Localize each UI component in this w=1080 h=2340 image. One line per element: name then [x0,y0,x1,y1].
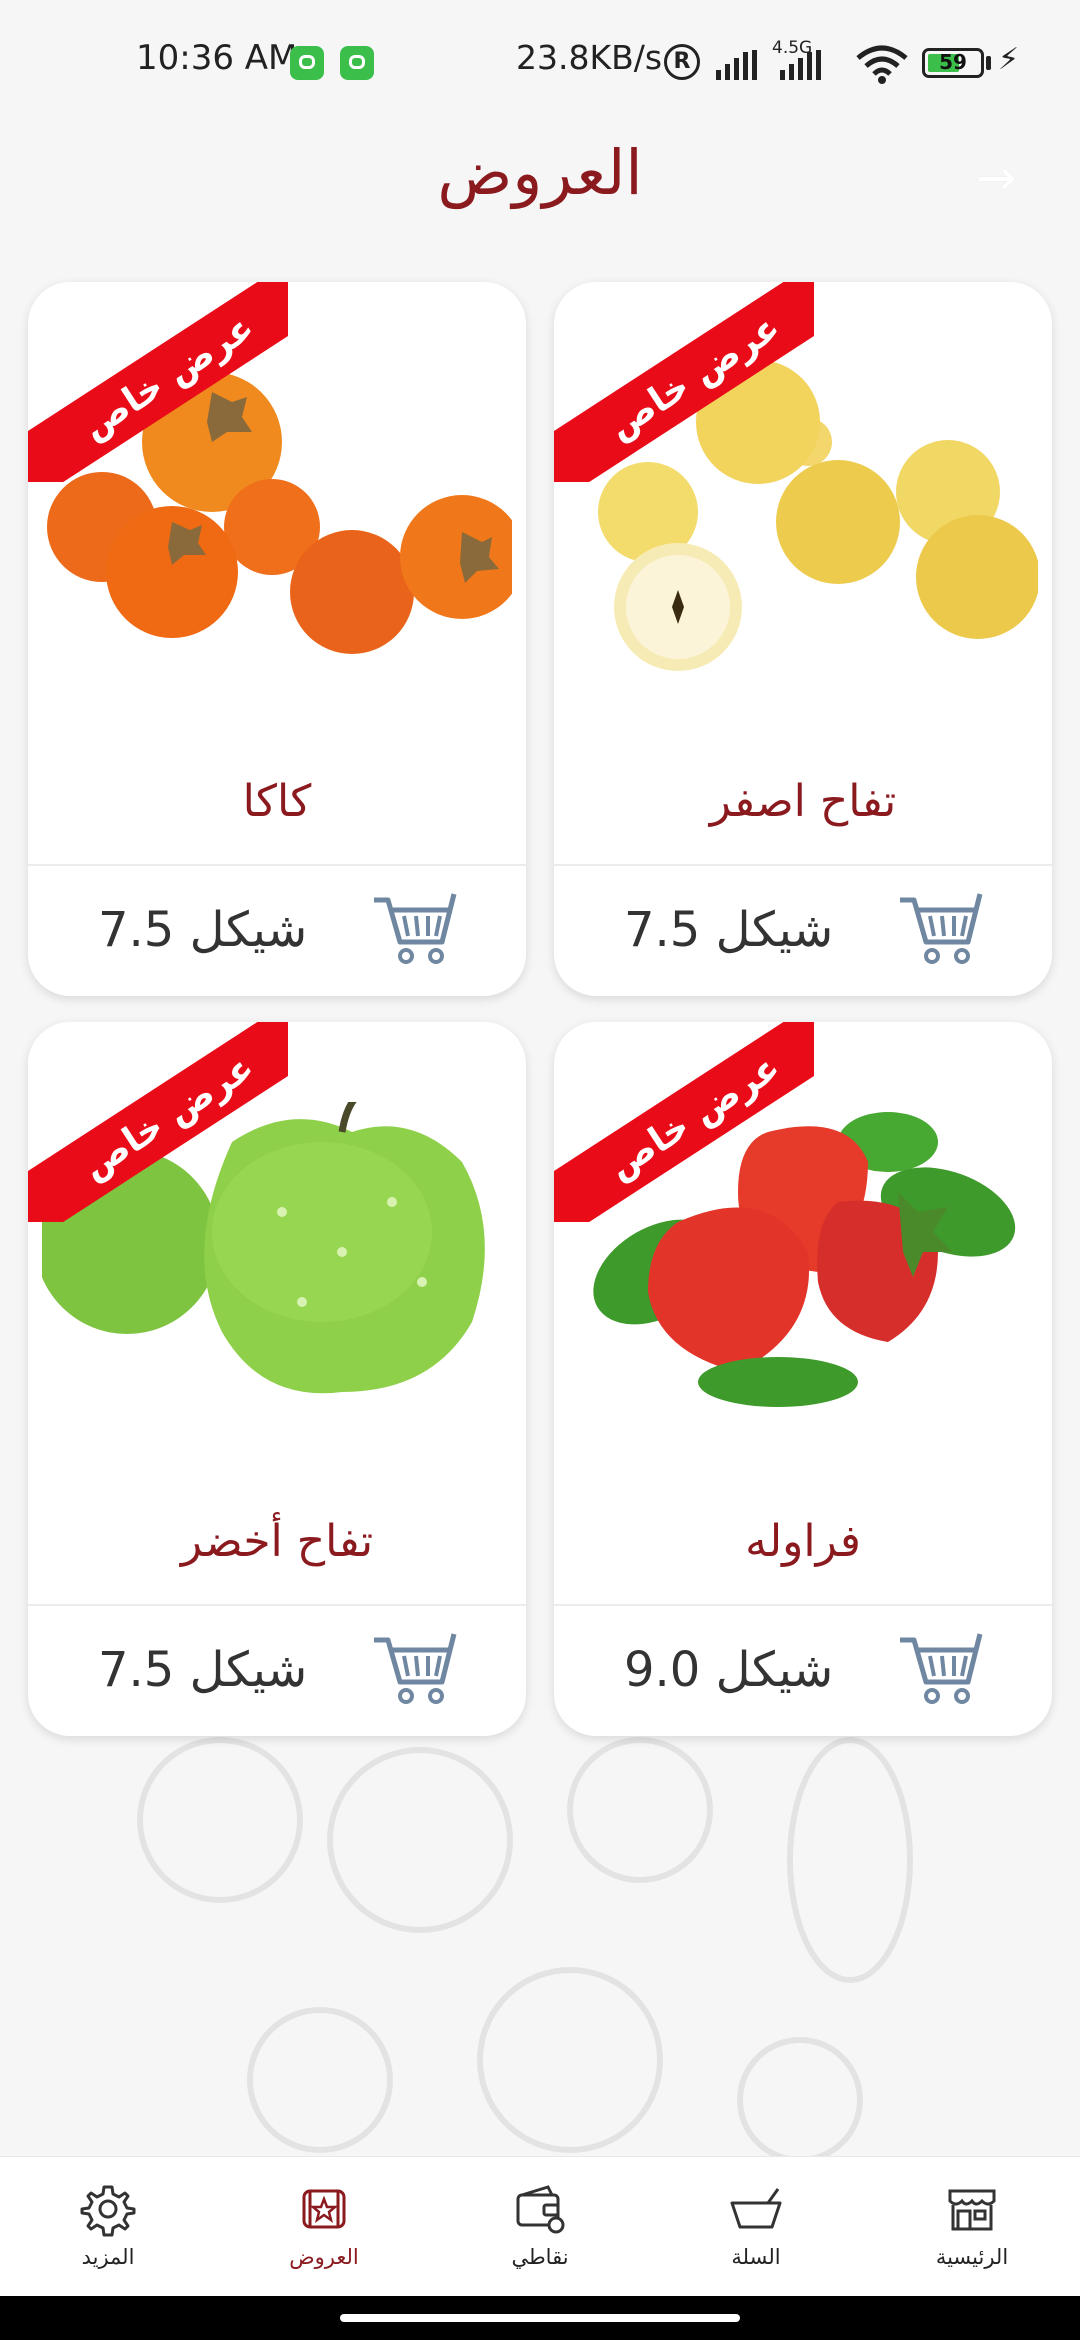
divider [554,864,1052,866]
store-icon [948,2189,996,2231]
nav-item-cart[interactable]: السلة [676,2181,836,2269]
nav-label: العروض [289,2245,359,2269]
offers-screen: 10:36 AM 23.8KB/s R 4.5G 59 ⚡ العروض → ع… [0,0,1080,2340]
product-card[interactable]: عرض خاص تفاح أخضر 7.5 شيكل [28,1022,526,1736]
special-offer-ribbon: عرض خاص [554,282,814,482]
nav-label: نقاطي [511,2245,569,2269]
fruit-watermark-icon [137,1737,913,2163]
signal-icon [716,46,757,80]
special-offer-ribbon: عرض خاص [554,1022,814,1222]
special-offer-ribbon: عرض خاص [28,282,288,482]
special-offer-ribbon: عرض خاص [28,1022,288,1222]
bottom-nav: الرئيسية السلة نقاطي العروض المزيد [0,2156,1080,2297]
battery-percent: 59 [939,50,967,74]
product-name: تفاح أخضر [180,1516,374,1567]
ribbon-label: عرض خاص [600,1046,788,1188]
home-indicator[interactable] [340,2314,740,2322]
nav-label: الرئيسية [935,2245,1009,2269]
status-time: 10:36 AM [136,38,298,78]
product-card[interactable]: عرض خاص فراوله 9.0 شيكل [554,1022,1052,1736]
registered-icon: R [664,44,700,80]
product-price: 7.5 شيكل [98,902,308,958]
system-gesture-bar [0,2296,1080,2340]
nav-label: المزيد [81,2245,135,2269]
header: العروض → [0,120,1080,240]
network-speed: 23.8KB/s [516,38,663,77]
divider [28,864,526,866]
offers-icon [302,2189,346,2229]
ribbon-label: عرض خاص [74,1046,262,1188]
nav-item-home[interactable]: الرئيسية [892,2181,1052,2269]
ribbon-label: عرض خاص [600,306,788,448]
wifi-icon [856,45,908,84]
signal-icon-2 [780,46,821,80]
divider [554,1604,1052,1606]
page-title: العروض [437,136,643,209]
battery-tip [986,56,991,70]
ribbon-label: عرض خاص [74,306,262,448]
notification-app-icon [340,46,374,80]
add-to-cart-icon[interactable] [894,880,984,970]
nav-label: السلة [731,2245,781,2269]
nav-item-offers[interactable]: العروض [244,2181,404,2269]
nav-item-more[interactable]: المزيد [28,2181,188,2269]
gear-icon [80,2185,136,2237]
arrow-right-icon[interactable]: → [976,150,1016,206]
product-price: 9.0 شيكل [624,1642,834,1698]
add-to-cart-icon[interactable] [368,1620,458,1710]
nav-item-points[interactable]: نقاطي [460,2181,620,2269]
product-name: تفاح اصفر [709,776,897,827]
wallet-icon [516,2185,565,2234]
charging-icon: ⚡ [998,42,1020,77]
status-bar: 10:36 AM 23.8KB/s R 4.5G 59 ⚡ [0,0,1080,120]
product-price: 7.5 شيكل [98,1642,308,1698]
notification-app-icon [290,46,324,80]
basket-icon [730,2188,782,2229]
battery-icon: 59 [922,48,984,78]
product-card[interactable]: عرض خاص تفاح اصفر 7.5 شيكل [554,282,1052,996]
add-to-cart-icon[interactable] [368,880,458,970]
product-name: كاكا [242,776,312,827]
add-to-cart-icon[interactable] [894,1620,984,1710]
divider [28,1604,526,1606]
product-card[interactable]: عرض خاص كاكا 7.5 شيكل [28,282,526,996]
product-name: فراوله [745,1516,861,1567]
product-price: 7.5 شيكل [624,902,834,958]
